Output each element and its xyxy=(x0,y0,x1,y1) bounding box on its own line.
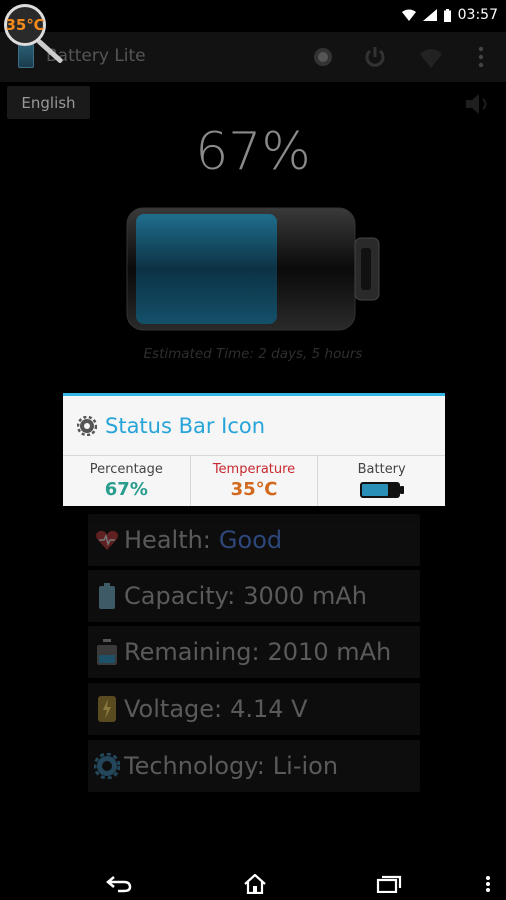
option-percentage[interactable]: Percentage 67% xyxy=(63,456,191,506)
status-bar-icon-dialog: Status Bar Icon Percentage 67% Temperatu… xyxy=(63,393,445,506)
brightness-button[interactable] xyxy=(308,42,338,72)
gear-icon xyxy=(93,752,121,780)
wifi-icon xyxy=(401,9,416,21)
nav-menu-button[interactable] xyxy=(478,874,498,894)
speaker-icon[interactable] xyxy=(464,92,494,116)
estimated-time: Estimated Time: 2 days, 5 hours xyxy=(143,346,363,362)
option-temperature-label: Temperature xyxy=(212,462,296,477)
remaining-label: Remaining: xyxy=(124,638,260,666)
dialog-title: Status Bar Icon xyxy=(105,413,266,438)
temperature-badge: 35℃ xyxy=(4,4,46,46)
capacity-value: 3000 mAh xyxy=(243,582,367,610)
recent-apps-icon xyxy=(376,875,402,893)
app-title: Battery Lite xyxy=(46,46,146,66)
battery-icon xyxy=(443,8,451,22)
option-battery[interactable]: Battery xyxy=(318,456,445,506)
home-icon xyxy=(244,874,266,894)
health-label: Health: xyxy=(124,526,211,554)
option-temperature[interactable]: Temperature 35℃ xyxy=(191,456,319,506)
technology-value: Li-ion xyxy=(272,752,339,780)
overflow-menu-button[interactable] xyxy=(466,42,496,72)
health-row: Health: Good xyxy=(88,514,420,566)
brightness-icon xyxy=(314,48,332,66)
battery-percentage: 67% xyxy=(195,122,311,182)
wifi-toggle-icon xyxy=(420,49,442,68)
home-button[interactable] xyxy=(240,874,270,894)
voltage-icon xyxy=(93,695,121,723)
battery-remaining-icon xyxy=(93,638,121,666)
back-icon xyxy=(106,876,132,893)
remaining-row: Remaining: 2010 mAh xyxy=(88,626,420,678)
navigation-bar xyxy=(0,866,506,900)
voltage-label: Voltage: xyxy=(124,695,223,723)
capacity-row: Capacity: 3000 mAh xyxy=(88,570,420,622)
status-right: 03:57 xyxy=(401,7,498,23)
power-icon xyxy=(365,47,385,67)
back-button[interactable] xyxy=(104,874,134,894)
battery-capacity-icon xyxy=(93,582,121,610)
capacity-label: Capacity: xyxy=(124,582,236,610)
health-value: Good xyxy=(218,526,283,554)
technology-label: Technology: xyxy=(124,752,265,780)
option-temperature-value: 35℃ xyxy=(230,479,278,500)
signal-icon xyxy=(422,9,437,21)
battery-option-icon xyxy=(359,482,404,498)
remaining-value: 2010 mAh xyxy=(267,638,392,666)
technology-row: Technology: Li-ion xyxy=(88,740,420,792)
power-button[interactable] xyxy=(360,42,390,72)
nav-menu-icon xyxy=(486,876,490,892)
settings-gear-icon xyxy=(77,415,97,436)
option-percentage-label: Percentage xyxy=(89,462,163,477)
wifi-toggle-button[interactable] xyxy=(416,42,446,72)
voltage-value: 4.14 V xyxy=(230,695,308,723)
app-bar: Battery Lite xyxy=(0,32,506,82)
heart-icon xyxy=(93,526,121,554)
dialog-options: Percentage 67% Temperature 35℃ Battery xyxy=(63,456,445,506)
battery-graphic xyxy=(126,207,380,331)
dialog-header: Status Bar Icon xyxy=(63,396,445,456)
recent-apps-button[interactable] xyxy=(374,874,404,894)
option-battery-label: Battery xyxy=(357,462,406,477)
language-button[interactable]: English xyxy=(7,86,90,119)
clock: 03:57 xyxy=(457,7,498,23)
status-bar: 03:57 xyxy=(0,0,506,32)
battery-fill xyxy=(136,214,277,324)
overflow-menu-icon xyxy=(478,46,484,68)
option-percentage-value: 67% xyxy=(104,479,148,500)
voltage-row: Voltage: 4.14 V xyxy=(88,683,420,735)
app-logo-icon xyxy=(18,44,34,68)
